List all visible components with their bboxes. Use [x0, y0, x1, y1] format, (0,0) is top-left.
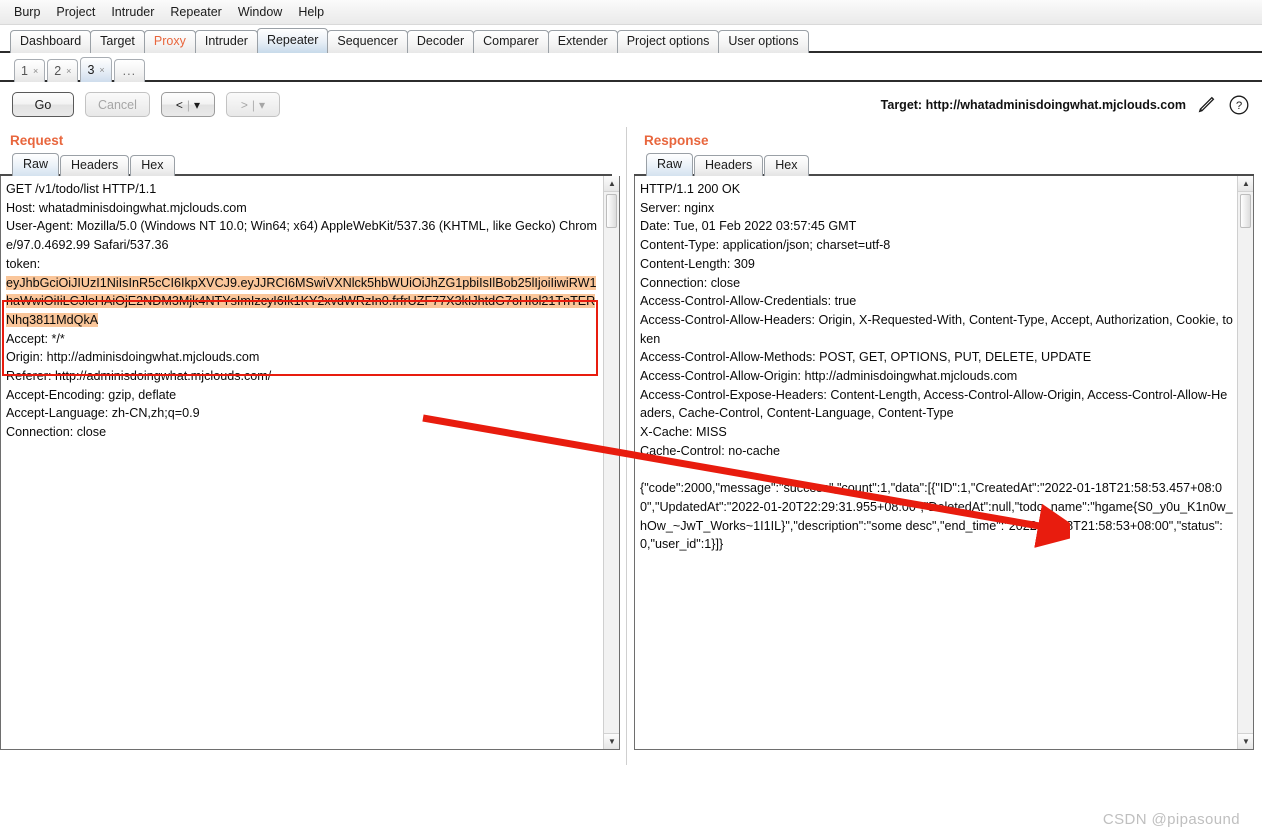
repeater-tab-2-label: 2 — [54, 64, 62, 78]
response-panel: Response Raw Headers Hex HTTP/1.1 200 OK… — [634, 127, 1262, 765]
tab-dashboard[interactable]: Dashboard — [10, 30, 92, 53]
go-button[interactable]: Go — [12, 92, 74, 117]
scroll-up-icon[interactable]: ▲ — [1238, 176, 1253, 192]
pencil-icon[interactable] — [1196, 94, 1218, 116]
tab-comparer[interactable]: Comparer — [473, 30, 549, 53]
tab-user-options[interactable]: User options — [718, 30, 809, 53]
request-tab-headers[interactable]: Headers — [60, 155, 130, 176]
burp-suite-window: Burp Project Intruder Repeater Window He… — [0, 0, 1262, 838]
scroll-up-icon[interactable]: ▲ — [604, 176, 619, 192]
request-scrollbar[interactable]: ▲ ▼ — [603, 176, 619, 749]
button-separator: | — [186, 97, 190, 112]
repeater-tab-2[interactable]: 2 × — [47, 59, 79, 82]
request-response-panels: Request Raw Headers Hex GET /v1/todo/lis… — [0, 127, 1262, 765]
repeater-toolbar: Go Cancel < | ▾ > | ▾ Target: http://wha… — [0, 82, 1262, 127]
watermark: CSDN @pipasound — [1102, 811, 1240, 828]
response-title: Response — [644, 133, 709, 148]
target-area: Target: http://whatadminisdoingwhat.mjcl… — [881, 82, 1250, 127]
response-tab-hex[interactable]: Hex — [764, 155, 809, 176]
cancel-button[interactable]: Cancel — [85, 92, 150, 117]
chevron-down-icon: ▾ — [258, 97, 265, 112]
menu-item-repeater[interactable]: Repeater — [164, 3, 227, 22]
panel-divider[interactable] — [620, 127, 634, 765]
tab-intruder[interactable]: Intruder — [194, 30, 258, 53]
response-tab-headers[interactable]: Headers — [694, 155, 764, 176]
tab-extender[interactable]: Extender — [547, 30, 618, 53]
repeater-tab-1[interactable]: 1 × — [14, 59, 46, 82]
chevron-right-icon: > — [240, 97, 248, 112]
menu-item-window[interactable]: Window — [232, 3, 288, 22]
response-tab-raw[interactable]: Raw — [646, 153, 694, 176]
tab-target[interactable]: Target — [90, 30, 145, 53]
request-panel: Request Raw Headers Hex GET /v1/todo/lis… — [0, 127, 620, 765]
tab-repeater[interactable]: Repeater — [256, 28, 329, 53]
scroll-down-icon[interactable]: ▼ — [604, 733, 619, 749]
button-separator: | — [251, 97, 255, 112]
repeater-tab-1-label: 1 — [21, 64, 28, 78]
menu-item-help[interactable]: Help — [292, 3, 330, 22]
request-tab-bar: Raw Headers Hex — [0, 152, 620, 176]
repeater-tab-3-label: 3 — [87, 63, 95, 77]
request-editor[interactable]: GET /v1/todo/list HTTP/1.1 Host: whatadm… — [0, 176, 620, 750]
help-icon[interactable]: ? — [1228, 94, 1250, 116]
menu-bar: Burp Project Intruder Repeater Window He… — [0, 0, 1262, 25]
close-icon[interactable]: × — [99, 65, 104, 75]
jwt-token-highlight: eyJhbGciOiJIUzI1NiIsInR5cCI6IkpXVCJ9.eyJ… — [6, 275, 597, 327]
scroll-thumb[interactable] — [1240, 194, 1251, 228]
tab-decoder[interactable]: Decoder — [406, 30, 475, 53]
request-tab-hex[interactable]: Hex — [130, 155, 175, 176]
menu-item-intruder[interactable]: Intruder — [105, 3, 160, 22]
response-tab-bar: Raw Headers Hex — [634, 152, 1262, 176]
scroll-down-icon[interactable]: ▼ — [1238, 733, 1253, 749]
response-editor[interactable]: HTTP/1.1 200 OK Server: nginx Date: Tue,… — [634, 176, 1254, 750]
tab-proxy[interactable]: Proxy — [143, 30, 196, 53]
close-icon[interactable]: × — [66, 66, 71, 76]
tab-sequencer[interactable]: Sequencer — [327, 30, 408, 53]
response-scrollbar[interactable]: ▲ ▼ — [1237, 176, 1253, 749]
close-icon[interactable]: × — [33, 66, 38, 76]
tab-project-options[interactable]: Project options — [616, 30, 720, 53]
forward-button[interactable]: > | ▾ — [225, 92, 280, 117]
svg-text:?: ? — [1236, 100, 1242, 112]
target-label: Target: http://whatadminisdoingwhat.mjcl… — [880, 97, 1186, 112]
chevron-left-icon: < — [175, 97, 183, 112]
request-title: Request — [10, 133, 64, 148]
chevron-down-icon: ▾ — [193, 97, 200, 112]
scroll-thumb[interactable] — [606, 194, 617, 228]
repeater-tab-new[interactable]: ... — [113, 59, 146, 82]
response-raw-text[interactable]: HTTP/1.1 200 OK Server: nginx Date: Tue,… — [635, 176, 1237, 749]
menu-item-burp[interactable]: Burp — [8, 3, 46, 22]
request-raw-text[interactable]: GET /v1/todo/list HTTP/1.1 Host: whatadm… — [1, 176, 603, 749]
main-tab-bar: Dashboard Target Proxy Intruder Repeater… — [0, 25, 1262, 53]
repeater-tab-bar: 1 × 2 × 3 × ... — [0, 53, 1262, 82]
menu-item-project[interactable]: Project — [50, 3, 101, 22]
back-button[interactable]: < | ▾ — [160, 92, 215, 117]
repeater-tab-3[interactable]: 3 × — [80, 57, 112, 82]
request-tab-raw[interactable]: Raw — [12, 153, 60, 176]
